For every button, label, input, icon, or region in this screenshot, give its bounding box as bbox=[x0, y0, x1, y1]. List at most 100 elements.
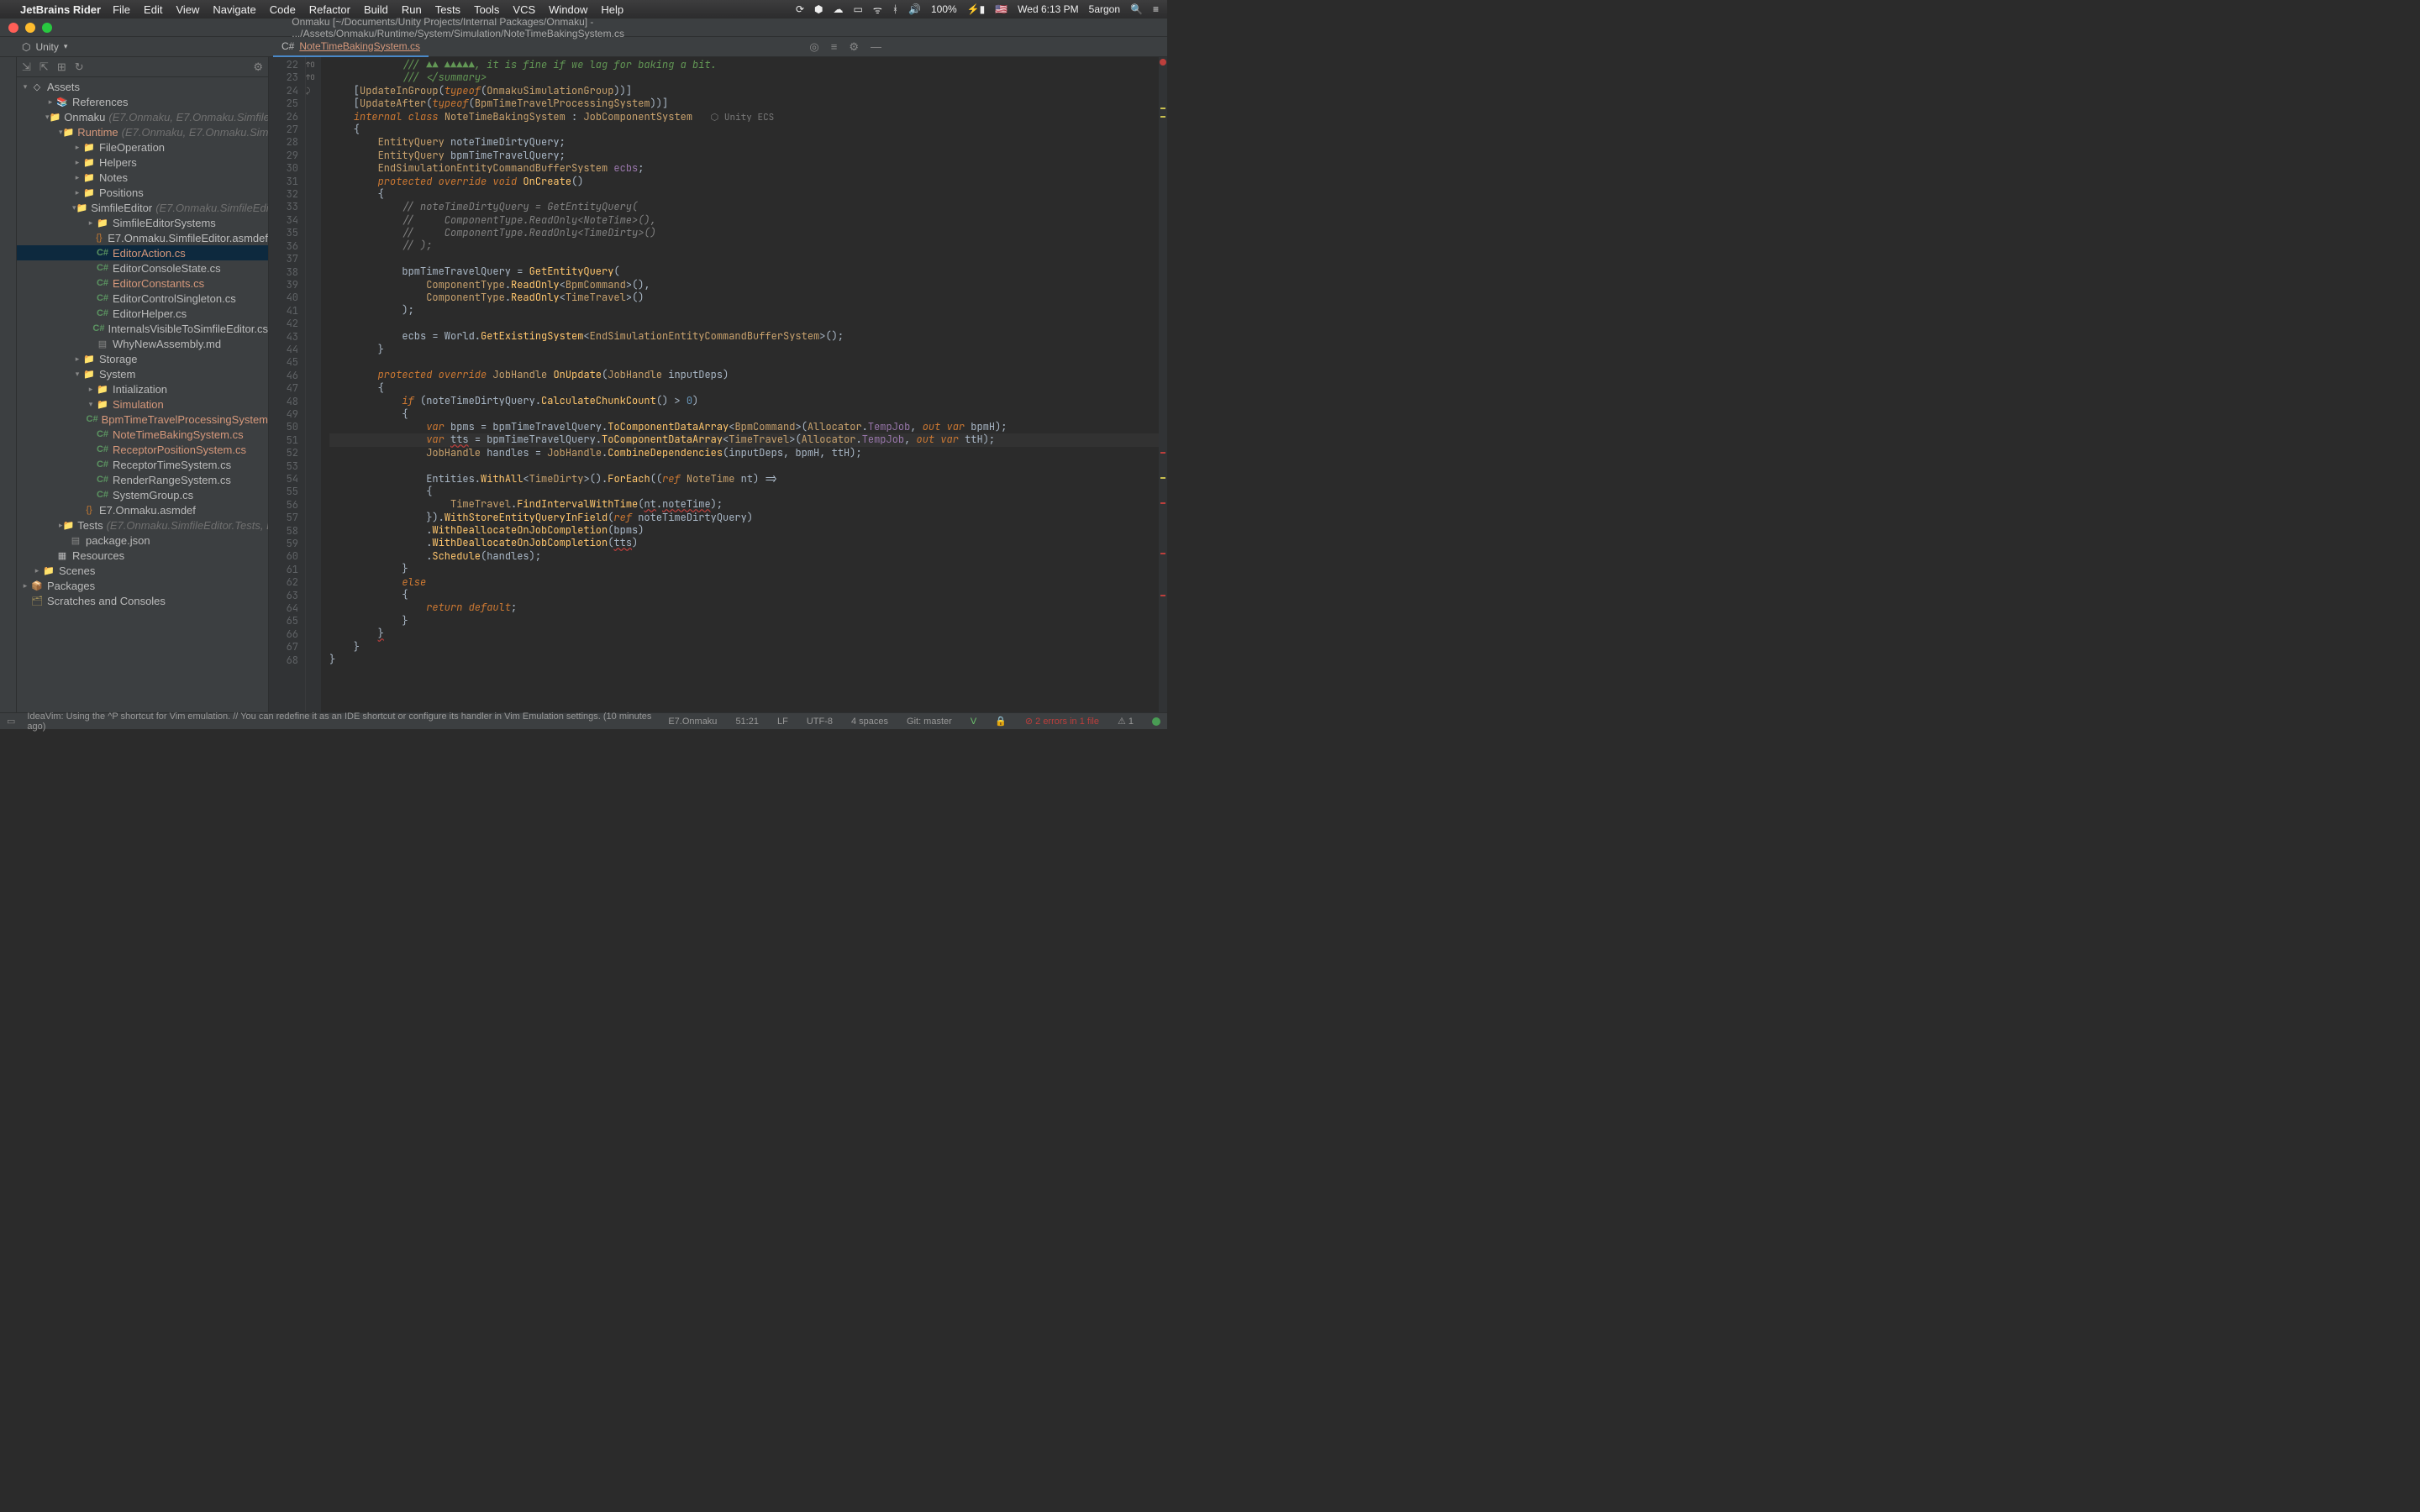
tree-item[interactable]: ▸📁Intialization bbox=[17, 381, 268, 396]
user[interactable]: 5argon bbox=[1089, 3, 1120, 15]
volume-icon[interactable]: 🔊 bbox=[908, 3, 921, 15]
menu-refactor[interactable]: Refactor bbox=[309, 3, 350, 16]
tree-item[interactable]: ▸📁FileOperation bbox=[17, 139, 268, 155]
error-mark[interactable] bbox=[1160, 502, 1165, 504]
warn-mark[interactable] bbox=[1160, 116, 1165, 118]
tree-item[interactable]: ▤package.json bbox=[17, 533, 268, 548]
status-git[interactable]: Git: master bbox=[903, 717, 955, 727]
cloud-icon[interactable]: ☁ bbox=[834, 3, 844, 15]
menu-tools[interactable]: Tools bbox=[474, 3, 499, 16]
tree-item[interactable]: ▸📁Notes bbox=[17, 170, 268, 185]
close-button[interactable] bbox=[8, 23, 18, 33]
vim-icon[interactable]: V bbox=[967, 717, 980, 727]
display-icon[interactable]: ▭ bbox=[854, 3, 863, 15]
status-caret[interactable]: 51:21 bbox=[732, 717, 762, 727]
tree-item[interactable]: ▾📁SimfileEditor(E7.Onmaku.SimfileEditor bbox=[17, 200, 268, 215]
status-package[interactable]: E7.Onmaku bbox=[665, 717, 720, 727]
menu-view[interactable]: View bbox=[176, 3, 199, 16]
tree-item[interactable]: 🗂Scratches and Consoles bbox=[17, 593, 268, 608]
tree-item[interactable]: ▸📁Tests(E7.Onmaku.SimfileEditor.Tests, E… bbox=[17, 517, 268, 533]
tree-item[interactable]: C#BpmTimeTravelProcessingSystem bbox=[17, 412, 268, 427]
code-body[interactable]: /// ▲▲ ▲▲▲▲▲, it is fine if we lag for b… bbox=[321, 57, 1159, 712]
run-config[interactable]: ⬡ Unity ▾ bbox=[13, 41, 76, 53]
clock[interactable]: Wed 6:13 PM bbox=[1018, 3, 1078, 15]
battery-label[interactable]: 100% bbox=[931, 3, 957, 15]
status-line-ending[interactable]: LF bbox=[774, 717, 792, 727]
tree-root[interactable]: ▾◇Assets bbox=[17, 79, 268, 94]
collapse-icon[interactable]: ⇱ bbox=[39, 60, 49, 74]
menu-vcs[interactable]: VCS bbox=[513, 3, 535, 16]
menu-build[interactable]: Build bbox=[364, 3, 388, 16]
tree-item[interactable]: C#EditorAction.cs bbox=[17, 245, 268, 260]
layers-icon[interactable]: ≡ bbox=[831, 40, 838, 54]
tree-item[interactable]: C#EditorConstants.cs bbox=[17, 276, 268, 291]
tree-item[interactable]: C#SystemGroup.cs bbox=[17, 487, 268, 502]
tree-item[interactable]: C#InternalsVisibleToSimfileEditor.cs bbox=[17, 321, 268, 336]
menu-navigate[interactable]: Navigate bbox=[213, 3, 255, 16]
warn-mark[interactable] bbox=[1160, 477, 1165, 479]
tree-item[interactable]: ▤WhyNewAssembly.md bbox=[17, 336, 268, 351]
project-tree[interactable]: ▾◇Assets ▸📚References▾📁Onmaku(E7.Onmaku,… bbox=[17, 77, 268, 608]
tree-item[interactable]: ▸📚References bbox=[17, 94, 268, 109]
menu-code[interactable]: Code bbox=[270, 3, 296, 16]
tree-item[interactable]: C#RenderRangeSystem.cs bbox=[17, 472, 268, 487]
status-encoding[interactable]: UTF-8 bbox=[803, 717, 836, 727]
menu-window[interactable]: Window bbox=[549, 3, 587, 16]
tree-item[interactable]: ▸📁Scenes bbox=[17, 563, 268, 578]
status-indent[interactable]: 4 spaces bbox=[848, 717, 892, 727]
tree-item[interactable]: {}E7.Onmaku.SimfileEditor.asmdef bbox=[17, 230, 268, 245]
error-mark[interactable] bbox=[1160, 452, 1165, 454]
collapse-icon[interactable]: — bbox=[871, 40, 881, 54]
tree-item[interactable]: C#ReceptorPositionSystem.cs bbox=[17, 442, 268, 457]
refresh-icon[interactable]: ↻ bbox=[75, 60, 84, 74]
warn-mark[interactable] bbox=[1160, 108, 1165, 109]
zoom-button[interactable] bbox=[42, 23, 52, 33]
tree-item[interactable]: ▾📁System bbox=[17, 366, 268, 381]
editor-tab[interactable]: C# NoteTimeBakingSystem.cs bbox=[273, 37, 429, 57]
lock-icon[interactable]: 🔒 bbox=[992, 716, 1010, 727]
tree-item[interactable]: ▾📁Onmaku(E7.Onmaku, E7.Onmaku.SimfileEdi… bbox=[17, 109, 268, 124]
expand-icon[interactable]: ⇲ bbox=[22, 60, 31, 74]
error-stripe[interactable] bbox=[1159, 57, 1167, 712]
status-warnings[interactable]: ⚠ 1 bbox=[1114, 716, 1137, 727]
error-mark[interactable] bbox=[1160, 553, 1165, 554]
target-icon[interactable]: ◎ bbox=[809, 40, 818, 54]
tree-item[interactable]: C#ReceptorTimeSystem.cs bbox=[17, 457, 268, 472]
flag-icon[interactable]: 🇺🇸 bbox=[995, 3, 1007, 15]
status-icon[interactable]: ▭ bbox=[7, 716, 15, 727]
tree-item[interactable]: {}E7.Onmaku.asmdef bbox=[17, 502, 268, 517]
minimize-button[interactable] bbox=[25, 23, 35, 33]
error-indicator-icon[interactable] bbox=[1160, 59, 1166, 66]
tree-item[interactable]: ▸📁Helpers bbox=[17, 155, 268, 170]
menu-file[interactable]: File bbox=[113, 3, 130, 16]
menu-edit[interactable]: Edit bbox=[144, 3, 162, 16]
tree-item[interactable]: C#EditorConsoleState.cs bbox=[17, 260, 268, 276]
code-editor[interactable]: 2223242526272829303132333435363738394041… bbox=[269, 57, 1167, 712]
tree-item[interactable]: C#EditorHelper.cs bbox=[17, 306, 268, 321]
status-ok-icon[interactable] bbox=[1152, 717, 1160, 726]
error-mark[interactable] bbox=[1160, 595, 1165, 596]
tree-item[interactable]: ▸📁Storage bbox=[17, 351, 268, 366]
bluetooth-icon[interactable]: ᚼ bbox=[892, 3, 898, 15]
select-icon[interactable]: ⊞ bbox=[57, 60, 66, 74]
tree-item[interactable]: ▸📁Positions bbox=[17, 185, 268, 200]
tree-item[interactable]: ▾📁Runtime(E7.Onmaku, E7.Onmaku.Simfile… bbox=[17, 124, 268, 139]
menu-tests[interactable]: Tests bbox=[435, 3, 460, 16]
spotlight-icon[interactable]: 🔍 bbox=[1130, 3, 1143, 15]
tree-item[interactable]: C#NoteTimeBakingSystem.cs bbox=[17, 427, 268, 442]
tree-item[interactable]: ▸📦Packages bbox=[17, 578, 268, 593]
menu-run[interactable]: Run bbox=[402, 3, 422, 16]
menu-help[interactable]: Help bbox=[601, 3, 623, 16]
tree-item[interactable]: ▸📁SimfileEditorSystems bbox=[17, 215, 268, 230]
app-name[interactable]: JetBrains Rider bbox=[20, 3, 101, 16]
menu-icon[interactable]: ≡ bbox=[1153, 3, 1159, 15]
status-errors[interactable]: ⊘ 2 errors in 1 file bbox=[1022, 716, 1102, 727]
gear-icon[interactable]: ⚙ bbox=[849, 40, 859, 54]
dropbox-icon[interactable]: ⬢ bbox=[814, 3, 823, 15]
gear-icon[interactable]: ⚙ bbox=[253, 60, 263, 74]
tree-item[interactable]: ▾📁Simulation bbox=[17, 396, 268, 412]
wifi-icon[interactable]: ᯤ bbox=[873, 3, 882, 17]
tray-icon[interactable]: ⟳ bbox=[796, 3, 804, 15]
tree-item[interactable]: ▦Resources bbox=[17, 548, 268, 563]
battery-icon[interactable]: ⚡▮ bbox=[967, 3, 986, 15]
